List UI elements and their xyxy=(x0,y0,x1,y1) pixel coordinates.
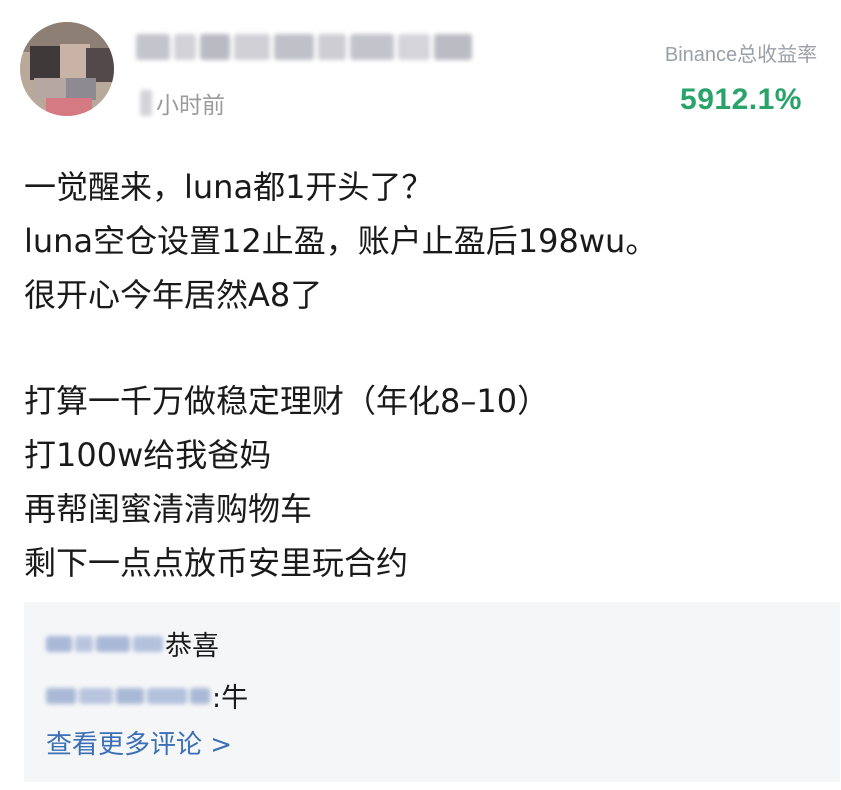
post-header: 小时前 Binance总收益率 5912.1% xyxy=(0,0,841,130)
commenter-name-redacted[interactable] xyxy=(46,687,210,704)
avatar-pixel xyxy=(30,46,60,80)
post-content: 一觉醒来，luna都1开头了？ luna空仓设置12止盈，账户止盈后198wu。… xyxy=(24,160,824,590)
comment-text: :牛 xyxy=(212,683,249,714)
avatar-pixel xyxy=(66,78,96,100)
post-line: luna空仓设置12止盈，账户止盈后198wu。 xyxy=(24,222,658,260)
total-return-value: 5912.1% xyxy=(680,83,802,116)
post-line: 一觉醒来，luna都1开头了？ xyxy=(24,168,434,206)
comment-text: 恭喜 xyxy=(165,631,219,662)
view-more-comments-link[interactable]: 查看更多评论 > xyxy=(46,724,232,761)
comment-item[interactable]: :牛 xyxy=(46,676,248,715)
post-timestamp: 小时前 xyxy=(140,86,225,120)
post-line: 再帮闺蜜清清购物车 xyxy=(24,490,313,528)
avatar-pixel xyxy=(34,78,68,100)
total-return-stat: Binance总收益率 5912.1% xyxy=(641,38,841,117)
comments-panel: 恭喜 :牛 查看更多评论 > xyxy=(24,602,840,782)
post-line: 剩下一点点放币安里玩合约 xyxy=(24,544,409,582)
avatar-pixel xyxy=(46,98,92,116)
username-redacted[interactable] xyxy=(136,30,486,64)
avatar-pixel xyxy=(86,48,114,82)
commenter-name-redacted[interactable] xyxy=(46,635,163,652)
comment-item[interactable]: 恭喜 xyxy=(46,624,219,663)
avatar[interactable] xyxy=(20,22,114,116)
timestamp-redacted xyxy=(140,90,152,116)
post-line: 很开心今年居然A8了 xyxy=(24,276,323,314)
total-return-label: Binance总收益率 xyxy=(664,44,818,66)
post-line: 打算一千万做稳定理财（年化8–10） xyxy=(24,382,550,420)
post-line: 打100w给我爸妈 xyxy=(24,436,272,474)
timestamp-label: 小时前 xyxy=(156,93,225,119)
